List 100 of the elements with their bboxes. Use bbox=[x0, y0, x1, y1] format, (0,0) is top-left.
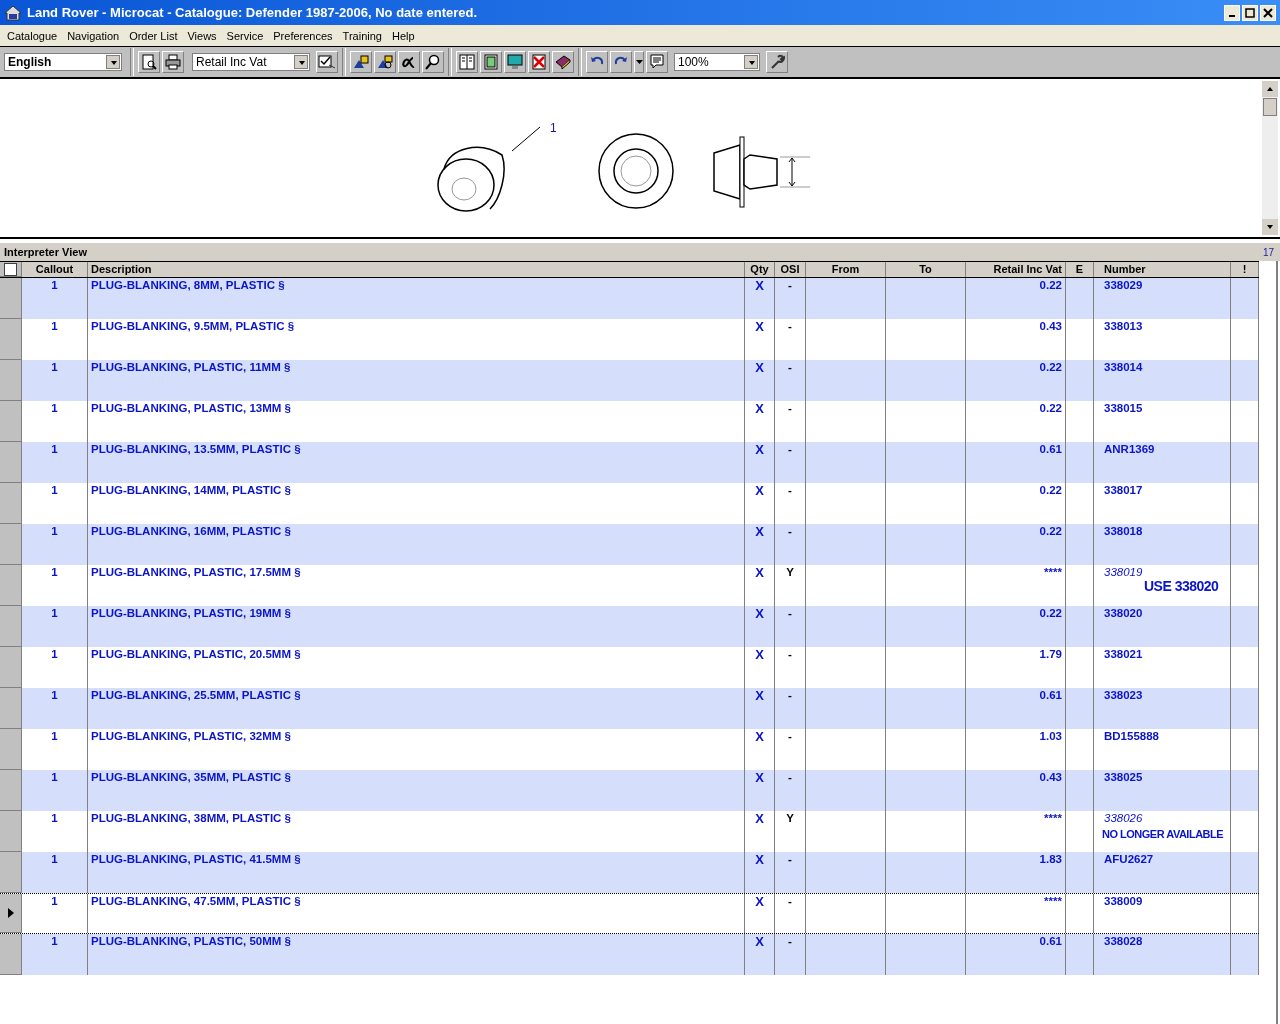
callout-label: 1 bbox=[550, 121, 557, 135]
table-cell: - bbox=[775, 934, 806, 975]
redo-icon[interactable] bbox=[610, 51, 632, 73]
table-cell: - bbox=[775, 606, 806, 647]
zoom-dropdown[interactable]: 100% bbox=[674, 53, 760, 71]
table-cell: 1 bbox=[22, 770, 88, 811]
replacement-note: USE 338020 bbox=[1143, 578, 1220, 594]
minimize-button[interactable] bbox=[1224, 4, 1240, 21]
table-row[interactable]: 1 PLUG-BLANKING, 25.5MM, PLASTIC § X - 0.61 338023 bbox=[0, 688, 1259, 729]
part-number: 338013 bbox=[1104, 320, 1144, 332]
row-count: 17 bbox=[1262, 246, 1274, 258]
part-number: 338019 bbox=[1104, 566, 1144, 578]
table-row[interactable]: 1 PLUG-BLANKING, PLASTIC, 50MM § X - 0.61 338028 bbox=[0, 934, 1259, 975]
table-cell: - bbox=[775, 360, 806, 401]
part-number: 338025 bbox=[1104, 771, 1144, 783]
table-row[interactable]: 1 PLUG-BLANKING, PLASTIC, 41.5MM § X - 1.83 AFU2627 bbox=[0, 852, 1259, 893]
search-icon[interactable] bbox=[422, 51, 444, 73]
column-header[interactable]: From bbox=[806, 262, 886, 277]
column-header[interactable]: ! bbox=[1231, 262, 1259, 277]
print-preview-icon[interactable] bbox=[138, 51, 160, 73]
part-number: 338009 bbox=[1104, 895, 1144, 907]
table-cell: 0.22 bbox=[966, 524, 1066, 565]
minimize-icon bbox=[1229, 14, 1235, 17]
table-cell: PLUG-BLANKING, PLASTIC, 50MM § bbox=[88, 934, 745, 975]
shapes-icon[interactable] bbox=[350, 51, 372, 73]
delete-icon[interactable] bbox=[528, 51, 550, 73]
close-button[interactable] bbox=[1260, 4, 1276, 21]
table-cell: PLUG-BLANKING, 16MM, PLASTIC § bbox=[88, 524, 745, 565]
table-cell: 0.61 bbox=[966, 934, 1066, 975]
scrollbar[interactable] bbox=[1262, 81, 1278, 235]
column-header[interactable]: Callout bbox=[22, 262, 88, 277]
menu-item[interactable]: Catalogue bbox=[2, 29, 63, 42]
table-cell: X bbox=[745, 688, 775, 729]
window-title: Land Rover - Microcat - Catalogue: Defender 1987-2006, No date entered. bbox=[27, 5, 479, 20]
table-cell: PLUG-BLANKING, 8MM, PLASTIC § bbox=[88, 278, 745, 319]
shapes-search-icon[interactable] bbox=[374, 51, 396, 73]
caret-icon bbox=[744, 55, 758, 69]
column-header[interactable]: Qty bbox=[745, 262, 775, 277]
scroll-thumb[interactable] bbox=[1263, 98, 1277, 116]
part-number: 338014 bbox=[1104, 361, 1144, 373]
caret-icon[interactable] bbox=[634, 51, 644, 73]
table-row[interactable]: 1 PLUG-BLANKING, 16MM, PLASTIC § X - 0.22 338018 bbox=[0, 524, 1259, 565]
column-header[interactable]: OSI bbox=[775, 262, 806, 277]
table-cell: 1 bbox=[22, 278, 88, 319]
table-cell: - bbox=[775, 688, 806, 729]
menu-item[interactable]: Service bbox=[221, 29, 269, 42]
maximize-button[interactable] bbox=[1242, 4, 1258, 21]
speech-bubble-icon[interactable] bbox=[646, 51, 668, 73]
column-header[interactable]: Number bbox=[1094, 262, 1231, 277]
table-cell: PLUG-BLANKING, 13.5MM, PLASTIC § bbox=[88, 442, 745, 483]
checklist-icon[interactable] bbox=[316, 51, 338, 73]
printer-icon[interactable] bbox=[162, 51, 184, 73]
table-cell: 1 bbox=[22, 688, 88, 729]
column-header[interactable]: Description bbox=[88, 262, 745, 277]
table-cell: - bbox=[775, 278, 806, 319]
table-cell: - bbox=[775, 852, 806, 893]
table-row[interactable]: 1 PLUG-BLANKING, PLASTIC, 19MM § X - 0.22 338020 bbox=[0, 606, 1259, 647]
wrench-icon[interactable] bbox=[766, 51, 788, 73]
maximize-icon bbox=[1245, 7, 1255, 18]
monitor-icon[interactable] bbox=[504, 51, 526, 73]
menu-item[interactable]: Navigation bbox=[62, 29, 125, 42]
caret-icon bbox=[106, 55, 120, 69]
part-number: ANR1369 bbox=[1104, 443, 1156, 455]
part-number: AFU2627 bbox=[1104, 853, 1155, 865]
table-cell: 1 bbox=[22, 606, 88, 647]
part-number: BD155888 bbox=[1104, 730, 1160, 742]
table-cell: PLUG-BLANKING, PLASTIC, 11MM § bbox=[88, 360, 745, 401]
menu-item[interactable]: Views bbox=[182, 29, 222, 42]
table-cell: PLUG-BLANKING, PLASTIC, 19MM § bbox=[88, 606, 745, 647]
undo-icon[interactable] bbox=[586, 51, 608, 73]
table-cell: 0.61 bbox=[966, 688, 1066, 729]
table-cell: PLUG-BLANKING, PLASTIC, 41.5MM § bbox=[88, 852, 745, 893]
table-row[interactable]: 1 PLUG-BLANKING, PLASTIC, 11MM § X - 0.22 338014 bbox=[0, 360, 1259, 401]
table-cell: 1 bbox=[22, 442, 88, 483]
menu-item[interactable]: Help bbox=[386, 29, 420, 42]
column-header[interactable]: Retail Inc Vat bbox=[966, 262, 1066, 277]
table-cell: - bbox=[775, 442, 806, 483]
table-cell: 1 bbox=[22, 934, 88, 975]
table-cell: **** bbox=[966, 894, 1066, 933]
book-icon[interactable] bbox=[552, 51, 574, 73]
column-header[interactable]: To bbox=[886, 262, 966, 277]
price-type-dropdown[interactable]: Retail Inc Vat bbox=[192, 53, 310, 71]
part-number: 338018 bbox=[1104, 525, 1144, 537]
panel-title: Interpreter View bbox=[4, 246, 87, 258]
table-cell: PLUG-BLANKING, 35MM, PLASTIC § bbox=[88, 770, 745, 811]
table-row[interactable]: 1 PLUG-BLANKING, 13.5MM, PLASTIC § X - 0.61 ANR1369 bbox=[0, 442, 1259, 483]
table-row[interactable]: 1 PLUG-BLANKING, 8MM, PLASTIC § X - 0.22 338029 bbox=[0, 278, 1259, 319]
menu-item[interactable]: Order List bbox=[124, 29, 183, 42]
alpha-icon[interactable] bbox=[398, 51, 420, 73]
document-icon[interactable] bbox=[456, 51, 478, 73]
table-cell: PLUG-BLANKING, 47.5MM, PLASTIC § bbox=[88, 894, 745, 933]
language-dropdown[interactable]: English bbox=[4, 53, 122, 71]
part-number: 338021 bbox=[1104, 648, 1144, 660]
menu-item[interactable]: Preferences bbox=[268, 29, 338, 42]
select-all-checkbox[interactable] bbox=[4, 262, 17, 276]
table-row[interactable]: 1 PLUG-BLANKING, 35MM, PLASTIC § X - 0.43 338025 bbox=[0, 770, 1259, 811]
row-pointer-icon bbox=[7, 908, 14, 918]
column-header[interactable]: E bbox=[1066, 262, 1094, 277]
menu-item[interactable]: Training bbox=[337, 29, 387, 42]
table-cell: 0.43 bbox=[966, 770, 1066, 811]
